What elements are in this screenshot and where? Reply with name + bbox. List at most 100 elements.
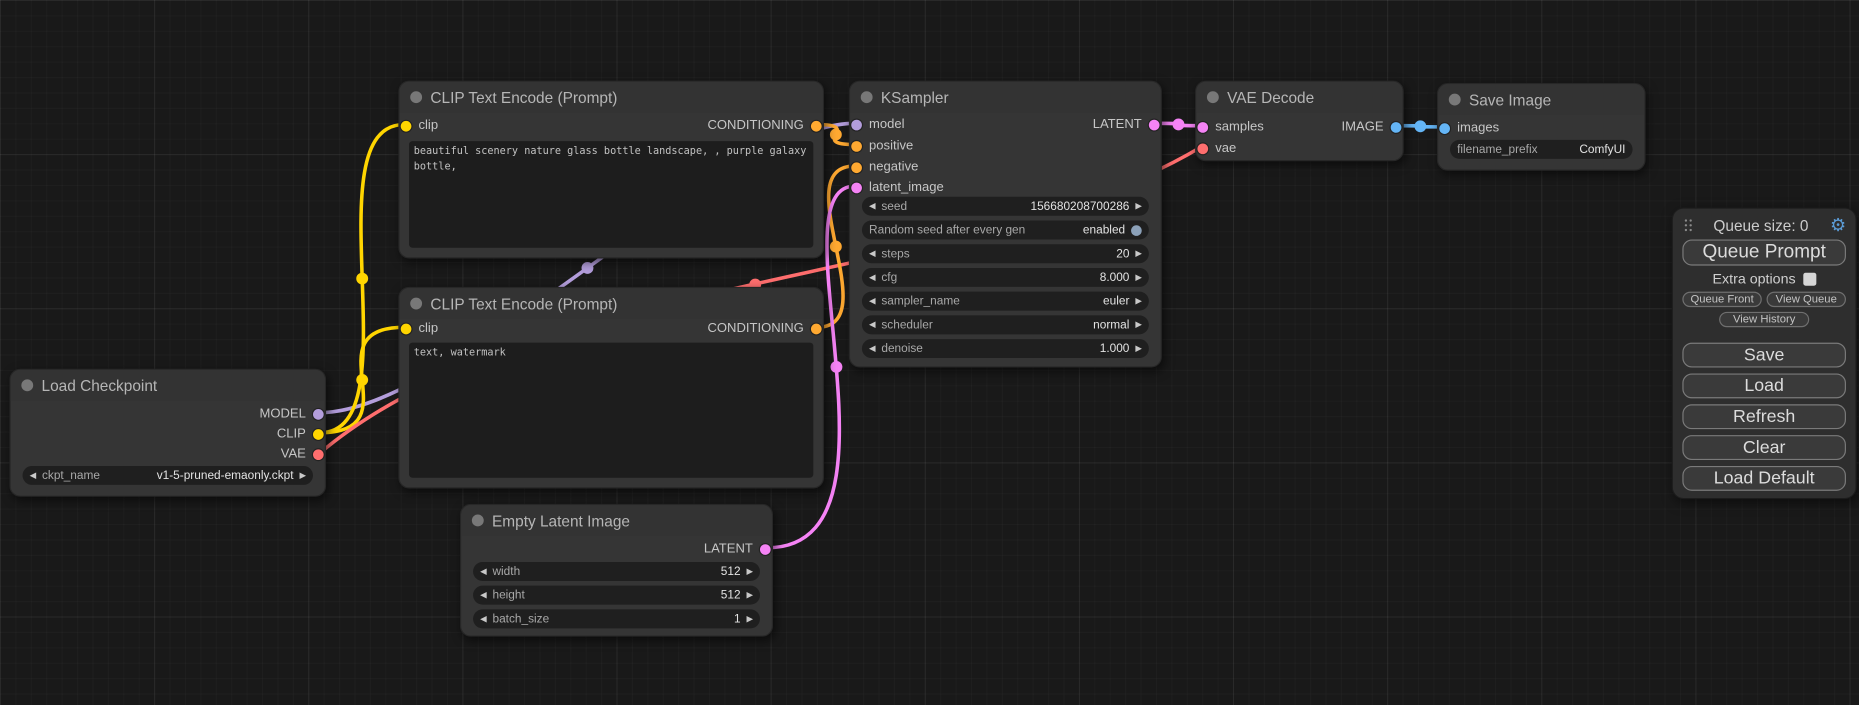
decrement-icon[interactable]: ◀	[869, 202, 875, 210]
slot-label: IMAGE	[1342, 120, 1384, 134]
decrement-icon[interactable]: ◀	[480, 615, 486, 623]
input-dot-images[interactable]	[1439, 123, 1450, 134]
collapse-toggle-icon[interactable]	[410, 91, 422, 103]
widget-scheduler[interactable]: ◀ scheduler normal ▶	[862, 315, 1149, 334]
prev-value-icon[interactable]: ◀	[30, 471, 36, 479]
view-queue-button[interactable]: View Queue	[1767, 292, 1846, 307]
output-dot-latent[interactable]	[1149, 119, 1160, 130]
load-button[interactable]: Load	[1682, 373, 1846, 398]
clear-button[interactable]: Clear	[1682, 435, 1846, 460]
increment-icon[interactable]: ▶	[746, 567, 752, 575]
node-titlebar[interactable]: CLIP Text Encode (Prompt)	[400, 82, 823, 113]
node-titlebar[interactable]: KSampler	[850, 82, 1161, 113]
increment-icon[interactable]: ▶	[1135, 273, 1141, 281]
widget-random-seed-toggle[interactable]: Random seed after every gen enabled	[862, 221, 1149, 240]
next-value-icon[interactable]: ▶	[1135, 297, 1141, 305]
node-vae-decode[interactable]: VAE Decode samples vae IMAGE	[1195, 81, 1404, 162]
increment-icon[interactable]: ▶	[1135, 202, 1141, 210]
output-dot-latent[interactable]	[760, 544, 771, 555]
decrement-icon[interactable]: ◀	[480, 591, 486, 599]
widget-width[interactable]: ◀ width 512 ▶	[473, 562, 760, 581]
input-dot-model[interactable]	[851, 119, 862, 130]
input-dot-vae[interactable]	[1197, 143, 1208, 154]
increment-icon[interactable]: ▶	[1135, 250, 1141, 258]
input-slot-images: images	[1439, 120, 1499, 137]
load-default-button[interactable]: Load Default	[1682, 466, 1846, 491]
collapse-toggle-icon[interactable]	[1207, 91, 1219, 103]
output-dot-model[interactable]	[313, 408, 324, 419]
collapse-toggle-icon[interactable]	[861, 91, 873, 103]
toggle-dot-icon[interactable]	[1131, 225, 1142, 236]
prev-value-icon[interactable]: ◀	[869, 297, 875, 305]
collapse-toggle-icon[interactable]	[1449, 94, 1461, 106]
widget-steps[interactable]: ◀ steps 20 ▶	[862, 244, 1149, 263]
node-titlebar[interactable]: VAE Decode	[1196, 82, 1402, 113]
widget-cfg[interactable]: ◀ cfg 8.000 ▶	[862, 268, 1149, 287]
link-dot	[582, 262, 594, 274]
drag-handle-icon[interactable]	[1685, 219, 1687, 221]
node-ksampler[interactable]: KSampler model positive negative latent_…	[849, 81, 1162, 368]
input-slot-clip: clip	[401, 320, 438, 337]
widget-label: seed	[881, 200, 907, 213]
decrement-icon[interactable]: ◀	[869, 273, 875, 281]
widget-seed[interactable]: ◀ seed 156680208700286 ▶	[862, 197, 1149, 216]
node-titlebar[interactable]: Load Checkpoint	[11, 370, 325, 401]
extra-options-checkbox[interactable]	[1803, 272, 1816, 285]
decrement-icon[interactable]: ◀	[869, 250, 875, 258]
settings-gear-icon[interactable]: ⚙	[1830, 216, 1846, 234]
node-clip-text-encode-negative[interactable]: CLIP Text Encode (Prompt) clip CONDITION…	[398, 287, 824, 489]
next-value-icon[interactable]: ▶	[299, 471, 305, 479]
widget-denoise[interactable]: ◀ denoise 1.000 ▶	[862, 339, 1149, 358]
prompt-text-area[interactable]: text, watermark	[409, 343, 813, 478]
widget-value: 20	[1116, 247, 1129, 260]
queue-front-button[interactable]: Queue Front	[1682, 292, 1761, 307]
widget-value: euler	[1103, 295, 1129, 308]
decrement-icon[interactable]: ◀	[480, 567, 486, 575]
node-title: Empty Latent Image	[492, 512, 630, 530]
collapse-toggle-icon[interactable]	[410, 298, 422, 310]
node-titlebar[interactable]: Empty Latent Image	[461, 505, 772, 536]
refresh-button[interactable]: Refresh	[1682, 404, 1846, 429]
input-slot-model: model	[851, 116, 904, 133]
input-dot-clip[interactable]	[401, 120, 412, 131]
node-clip-text-encode-positive[interactable]: CLIP Text Encode (Prompt) clip CONDITION…	[398, 81, 824, 259]
input-dot-clip[interactable]	[401, 323, 412, 334]
slot-label: samples	[1215, 120, 1264, 134]
widget-value: 512	[721, 565, 741, 578]
output-slot-vae: VAE	[281, 446, 324, 463]
output-dot-clip[interactable]	[313, 429, 324, 440]
increment-icon[interactable]: ▶	[746, 591, 752, 599]
output-dot-vae[interactable]	[313, 449, 324, 460]
decrement-icon[interactable]: ◀	[869, 344, 875, 352]
increment-icon[interactable]: ▶	[746, 615, 752, 623]
node-save-image[interactable]: Save Image images filename_prefix ComfyU…	[1437, 83, 1646, 171]
output-dot-image[interactable]	[1391, 122, 1402, 133]
input-dot-negative[interactable]	[851, 162, 862, 173]
input-dot-positive[interactable]	[851, 140, 862, 151]
queue-prompt-button[interactable]: Queue Prompt	[1682, 240, 1846, 266]
collapse-toggle-icon[interactable]	[21, 379, 33, 391]
widget-batch-size[interactable]: ◀ batch_size 1 ▶	[473, 609, 760, 628]
output-slot-conditioning: CONDITIONING	[707, 117, 821, 134]
node-titlebar[interactable]: Save Image	[1438, 84, 1644, 115]
prev-value-icon[interactable]: ◀	[869, 321, 875, 329]
input-dot-samples[interactable]	[1197, 122, 1208, 133]
next-value-icon[interactable]: ▶	[1135, 321, 1141, 329]
node-titlebar[interactable]: CLIP Text Encode (Prompt)	[400, 288, 823, 319]
graph-canvas[interactable]: Load Checkpoint MODEL CLIP VAE ◀ ckpt_na…	[0, 0, 1859, 705]
save-button[interactable]: Save	[1682, 343, 1846, 368]
widget-filename-prefix[interactable]: filename_prefix ComfyUI	[1450, 140, 1633, 159]
collapse-toggle-icon[interactable]	[472, 515, 484, 527]
node-load-checkpoint[interactable]: Load Checkpoint MODEL CLIP VAE ◀ ckpt_na…	[9, 369, 326, 497]
node-empty-latent-image[interactable]: Empty Latent Image LATENT ◀ width 512 ▶ …	[460, 504, 773, 637]
output-dot-conditioning[interactable]	[811, 120, 822, 131]
widget-height[interactable]: ◀ height 512 ▶	[473, 586, 760, 605]
input-dot-latent-image[interactable]	[851, 182, 862, 193]
widget-sampler-name[interactable]: ◀ sampler_name euler ▶	[862, 292, 1149, 311]
widget-value: ComfyUI	[1579, 143, 1625, 156]
increment-icon[interactable]: ▶	[1135, 344, 1141, 352]
view-history-button[interactable]: View History	[1719, 312, 1809, 327]
widget-ckpt-name[interactable]: ◀ ckpt_name v1-5-pruned-emaonly.ckpt ▶	[23, 466, 313, 485]
output-dot-conditioning[interactable]	[811, 323, 822, 334]
prompt-text-area[interactable]: beautiful scenery nature glass bottle la…	[409, 141, 813, 248]
